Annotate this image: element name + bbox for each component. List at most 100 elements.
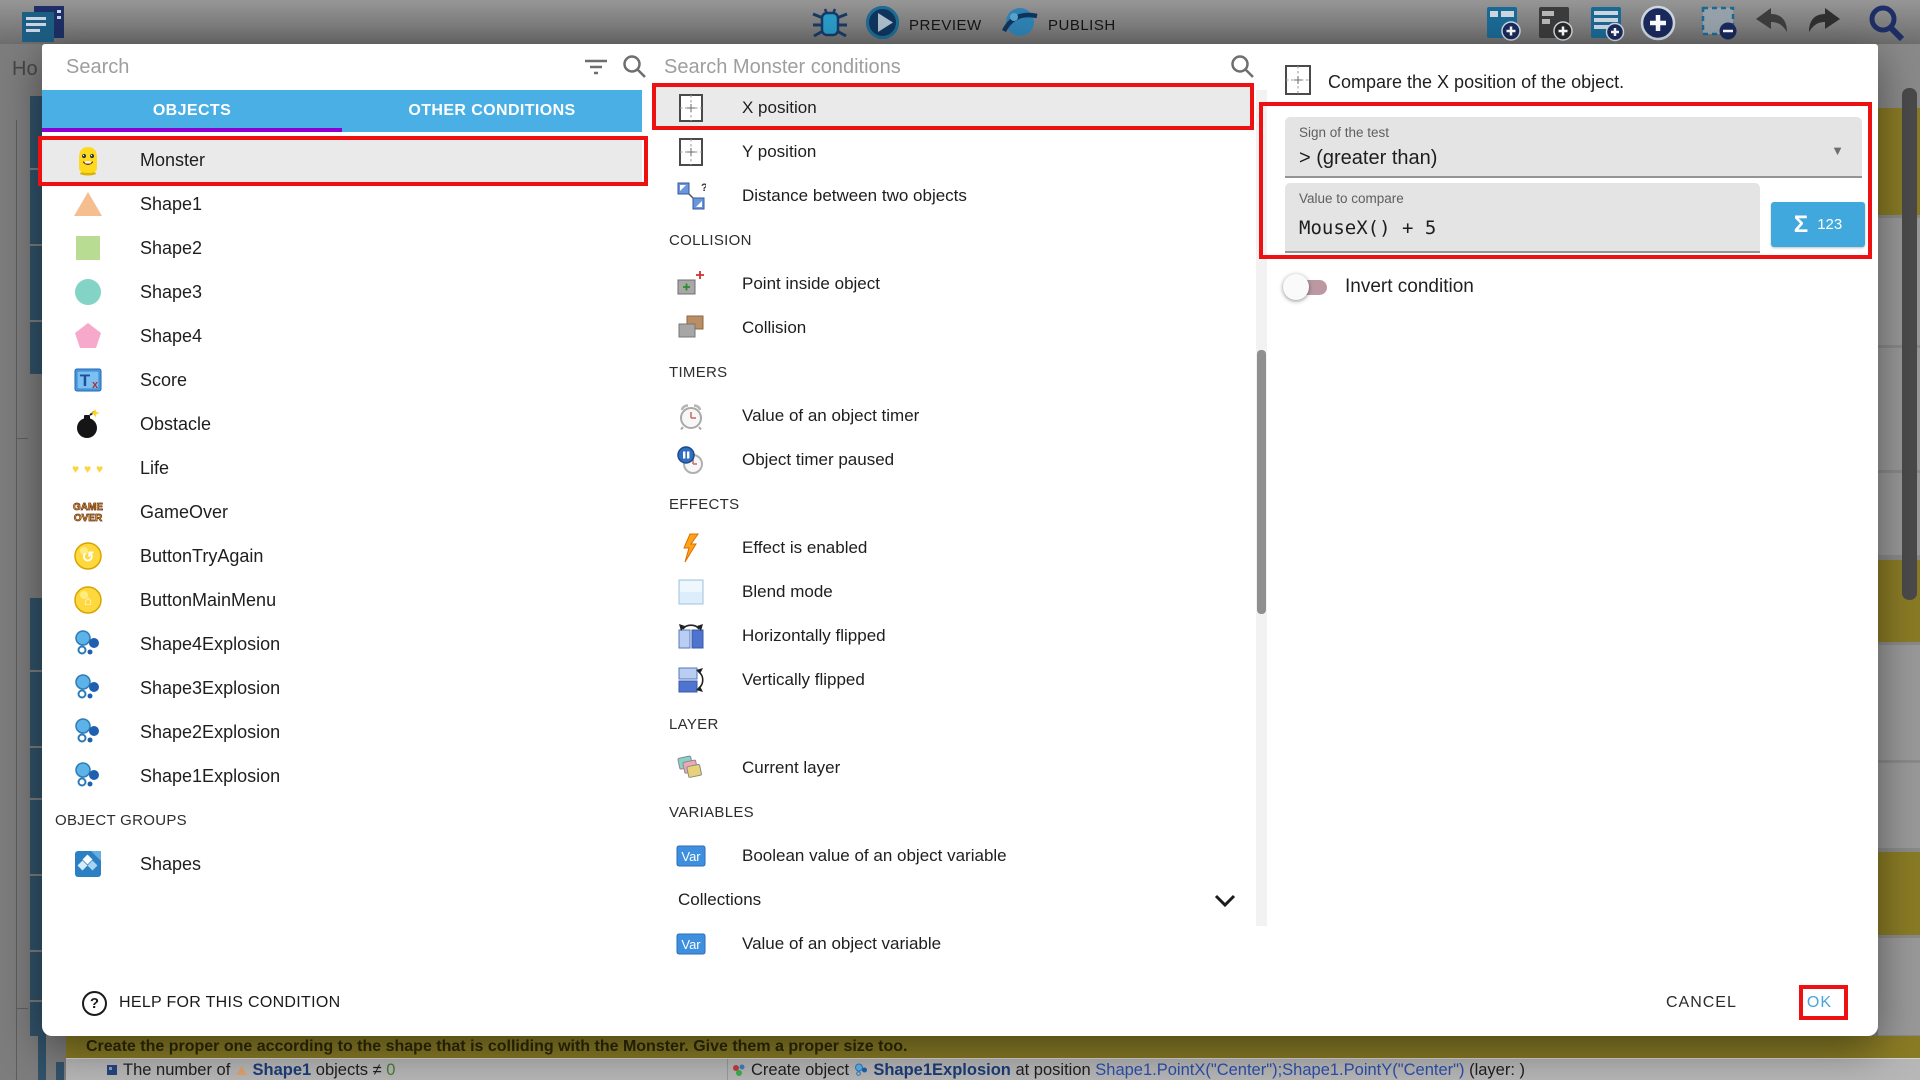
object-row-shape2explosion[interactable]: Shape2Explosion (42, 710, 642, 754)
object-label: Score (140, 370, 187, 391)
condition-row-collision[interactable]: Collision (656, 306, 1254, 350)
sign-of-test-value: > (greater than) (1299, 147, 1437, 170)
object-label: Shape3 (140, 282, 202, 303)
condition-row-distance-between-two-objects[interactable]: ?Distance between two objects (656, 174, 1254, 218)
play-icon (864, 4, 901, 46)
condition-row-vertically-flipped[interactable]: Vertically flipped (656, 658, 1254, 702)
object-list: MonsterShape1 Shape2 Shape3 Shape4TxScore Ob… (42, 138, 642, 798)
object-row-buttontryagain[interactable]: ↺ButtonTryAgain (42, 534, 642, 578)
object-row-gameover[interactable]: GAMEOVERGameOver (42, 490, 642, 534)
events-scrollbar[interactable] (1902, 88, 1917, 600)
object-search-input[interactable] (64, 50, 544, 84)
event-action-cell: Create object Shape1Explosion at positio… (732, 1059, 1525, 1080)
shapes-group-icon (70, 849, 106, 879)
condition-row-value-of-an-object-variable[interactable]: VarValue of an object variable (656, 922, 1254, 966)
event-tree-tick (16, 1008, 28, 1009)
condition-label: Vertically flipped (742, 670, 865, 690)
object-row-shape3explosion[interactable]: Shape3Explosion (42, 666, 642, 710)
object-label: Shape4Explosion (140, 634, 280, 655)
choose-condition-dialog: OBJECTS OTHER CONDITIONS MonsterShape1 Sh… (42, 44, 1878, 1036)
subsection-collections[interactable]: Collections (656, 878, 1254, 922)
object-row-score[interactable]: TxScore (42, 358, 642, 402)
condition-row-horizontally-flipped[interactable]: Horizontally flipped (656, 614, 1254, 658)
publish-planet-icon (1000, 4, 1040, 46)
condition-row-point-inside-object[interactable]: Point inside object (656, 262, 1254, 306)
condition-list-scrollbar-thumb[interactable] (1257, 350, 1266, 614)
publish-button[interactable]: PUBLISH (1000, 4, 1116, 46)
sign-of-test-select[interactable]: Sign of the test > (greater than) ▼ (1285, 117, 1862, 178)
explosion-icon (70, 717, 106, 747)
condition-label: Effect is enabled (742, 538, 867, 558)
square-icon (70, 233, 106, 263)
sign-of-test-label: Sign of the test (1299, 125, 1389, 140)
condition-label: Value of an object variable (742, 934, 941, 954)
preview-button[interactable]: PREVIEW (864, 4, 982, 46)
home-tab[interactable]: Ho (12, 58, 38, 81)
condition-row-effect-is-enabled[interactable]: Effect is enabled (656, 526, 1254, 570)
object-label: ButtonMainMenu (140, 590, 276, 611)
object-row-shape4[interactable]: Shape4 (42, 314, 642, 358)
condition-label: Blend mode (742, 582, 833, 602)
help-for-condition-link[interactable]: ? HELP FOR THIS CONDITION (82, 991, 340, 1016)
remove-selection-icon[interactable] (1700, 5, 1740, 41)
add-comment-icon[interactable] (1536, 4, 1574, 42)
expression-editor-button[interactable]: Σ 123 (1771, 202, 1865, 247)
object-row-shape1[interactable]: Shape1 (42, 182, 642, 226)
value-to-compare-input[interactable]: Value to compare MouseX() + 5 (1285, 183, 1760, 253)
ok-button[interactable]: OK (1801, 993, 1838, 1013)
object-label: Life (140, 458, 169, 479)
condition-row-value-of-an-object-timer[interactable]: Value of an object timer (656, 394, 1254, 438)
condition-label: Value of an object timer (742, 406, 919, 426)
section-header-collision: COLLISION (656, 218, 1254, 262)
redo-icon[interactable] (1804, 6, 1844, 38)
object-groups-header: OBJECT GROUPS (42, 798, 642, 842)
pentagon-icon (70, 321, 106, 351)
condition-label: Boolean value of an object variable (742, 846, 1007, 866)
timer-icon (676, 401, 706, 431)
event-indent-bar (56, 1062, 64, 1080)
dialog-footer: ? HELP FOR THIS CONDITION CANCEL OK (42, 970, 1878, 1036)
collision-icon (676, 313, 706, 343)
condition-row-y-position[interactable]: Y position (656, 130, 1254, 174)
condition-row-current-layer[interactable]: Current layer (656, 746, 1254, 790)
add-event-icon[interactable] (1484, 4, 1522, 42)
object-row-shape1explosion[interactable]: Shape1Explosion (42, 754, 642, 798)
condition-row-blend-mode[interactable]: Blend mode (656, 570, 1254, 614)
subsection-label: Collections (678, 890, 761, 910)
object-row-shape3[interactable]: Shape3 (42, 270, 642, 314)
condition-label: Collision (742, 318, 806, 338)
object-label: Shape2 (140, 238, 202, 259)
debugger-icon[interactable] (810, 6, 850, 40)
condition-label: Point inside object (742, 274, 880, 294)
object-label: Obstacle (140, 414, 211, 435)
object-row-shapes[interactable]: Shapes (42, 842, 642, 886)
flip-h-icon (676, 621, 706, 651)
tab-other-conditions[interactable]: OTHER CONDITIONS (342, 90, 642, 132)
invert-condition-toggle[interactable] (1283, 274, 1331, 300)
object-row-obstacle[interactable]: Obstacle (42, 402, 642, 446)
section-header-variables: VARIABLES (656, 790, 1254, 834)
undo-icon[interactable] (1752, 6, 1792, 38)
object-row-shape4explosion[interactable]: Shape4Explosion (42, 622, 642, 666)
object-row-shape2[interactable]: Shape2 (42, 226, 642, 270)
variable-icon: Var (676, 845, 706, 867)
condition-row-x-position[interactable]: X position (656, 86, 1254, 130)
add-subevent-icon[interactable] (1588, 4, 1626, 42)
svg-text:♥: ♥ (84, 462, 91, 476)
condition-row-boolean-value-of-an-object-variable[interactable]: Var Boolean value of an object variable (656, 834, 1254, 878)
sigma-icon: Σ (1794, 211, 1808, 239)
tab-objects[interactable]: OBJECTS (42, 90, 342, 132)
condition-search-input[interactable] (662, 50, 1182, 84)
search-events-icon[interactable] (1866, 3, 1908, 43)
filter-icon[interactable] (584, 57, 608, 82)
object-row-life[interactable]: ♥♥♥Life (42, 446, 642, 490)
add-circle-icon[interactable] (1638, 3, 1678, 43)
project-manager-icon[interactable] (16, 4, 68, 44)
condition-row-object-timer-paused[interactable]: Object timer paused (656, 438, 1254, 482)
object-row-buttonmainmenu[interactable]: ⌂ButtonMainMenu (42, 578, 642, 622)
object-row-monster[interactable]: Monster (42, 138, 642, 182)
blend-icon (676, 577, 706, 607)
event-block-edge (1878, 938, 1920, 1035)
left-panel-tabs: OBJECTS OTHER CONDITIONS (42, 90, 642, 132)
cancel-button[interactable]: CANCEL (1660, 993, 1743, 1013)
